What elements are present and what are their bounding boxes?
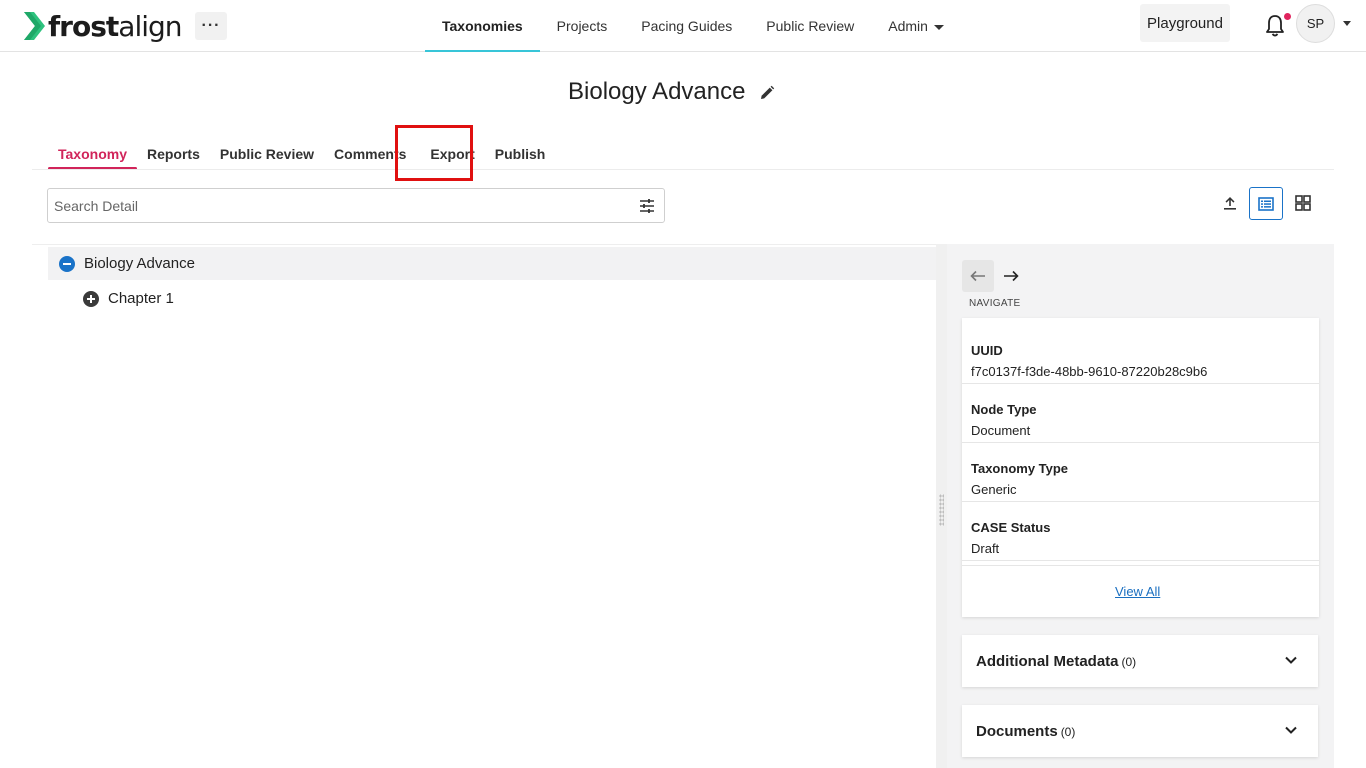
nav-admin-dropdown[interactable]: Admin	[871, 0, 961, 52]
search-box	[47, 188, 665, 223]
page-title: Biology Advance	[568, 78, 746, 105]
tab-taxonomy[interactable]: Taxonomy	[48, 140, 137, 170]
tab-public-review[interactable]: Public Review	[210, 140, 324, 170]
search-input[interactable]	[48, 189, 608, 222]
brand-name: frostalign	[48, 9, 183, 43]
meta-row-node-type: Node Type Document	[962, 384, 1319, 443]
brand-logo[interactable]: frostalign	[22, 8, 183, 44]
drag-grip-icon[interactable]	[939, 494, 944, 526]
accordion-documents[interactable]: Documents (0)	[962, 705, 1318, 757]
accordion-additional-metadata[interactable]: Additional Metadata (0)	[962, 635, 1318, 687]
tab-reports[interactable]: Reports	[137, 140, 210, 170]
filter-sliders-icon[interactable]	[638, 197, 656, 215]
meta-key: Taxonomy Type	[971, 461, 1069, 476]
navigate-forward-button[interactable]	[998, 262, 1024, 290]
upload-icon[interactable]	[1222, 195, 1238, 211]
tab-publish[interactable]: Publish	[485, 140, 556, 170]
collapse-minus-icon[interactable]	[59, 256, 75, 272]
nav-pacing-guides[interactable]: Pacing Guides	[624, 0, 749, 52]
view-all-link[interactable]: View All	[1115, 584, 1160, 599]
list-view-icon	[1258, 196, 1274, 211]
meta-value: Document	[971, 423, 1031, 438]
logo-chevron-icon	[24, 12, 45, 40]
avatar-chevron-down-icon[interactable]	[1343, 21, 1351, 26]
meta-row-case-status: CASE Status Draft	[962, 502, 1319, 561]
arrow-right-icon	[1004, 270, 1019, 282]
meta-row-uuid: UUID f7c0137f-f3de-48bb-9610-87220b28c9b…	[962, 325, 1319, 384]
meta-value: f7c0137f-f3de-48bb-9610-87220b28c9b6	[971, 364, 1208, 379]
chevron-down-icon	[933, 24, 944, 30]
expand-plus-icon[interactable]	[83, 291, 99, 307]
edit-pencil-icon[interactable]	[759, 85, 775, 101]
playground-button[interactable]: Playground	[1140, 4, 1230, 42]
user-avatar[interactable]: SP	[1296, 4, 1335, 43]
navigate-label: NAVIGATE	[969, 298, 1021, 309]
tabs-divider	[32, 169, 1334, 170]
metadata-card: UUID f7c0137f-f3de-48bb-9610-87220b28c9b…	[962, 318, 1319, 617]
chevron-down-icon	[1285, 726, 1297, 734]
list-view-button[interactable]	[1249, 187, 1283, 220]
grid-view-icon[interactable]	[1294, 194, 1312, 212]
navigate-back-button[interactable]	[962, 260, 994, 292]
meta-row-taxonomy-type: Taxonomy Type Generic	[962, 443, 1319, 502]
main-nav: Taxonomies Projects Pacing Guides Public…	[425, 0, 961, 52]
more-menu-button[interactable]: ···	[195, 12, 227, 40]
taxonomy-tree	[32, 244, 936, 768]
nav-projects[interactable]: Projects	[540, 0, 625, 52]
arrow-left-icon	[970, 270, 985, 282]
taxonomy-tabs: Taxonomy Reports Public Review Comments …	[48, 140, 555, 170]
nav-taxonomies[interactable]: Taxonomies	[425, 0, 540, 52]
chevron-down-icon	[1285, 656, 1297, 664]
export-highlight-box	[395, 125, 473, 181]
notification-dot	[1284, 13, 1291, 20]
meta-value: Draft	[971, 541, 1000, 556]
meta-value: Generic	[971, 482, 1017, 497]
accordion-title: Additional Metadata (0)	[976, 653, 1137, 670]
nav-public-review[interactable]: Public Review	[749, 0, 871, 52]
notification-bell-icon[interactable]	[1264, 13, 1286, 39]
meta-key: CASE Status	[971, 520, 1051, 535]
card-divider	[962, 565, 1319, 566]
top-navbar: frostalign ··· Taxonomies Projects Pacin…	[0, 0, 1366, 52]
meta-key: Node Type	[971, 402, 1037, 417]
tree-root-label[interactable]: Biology Advance	[84, 255, 195, 272]
meta-key: UUID	[971, 343, 1003, 358]
accordion-title: Documents (0)	[976, 723, 1076, 740]
tree-child-label[interactable]: Chapter 1	[108, 290, 174, 307]
